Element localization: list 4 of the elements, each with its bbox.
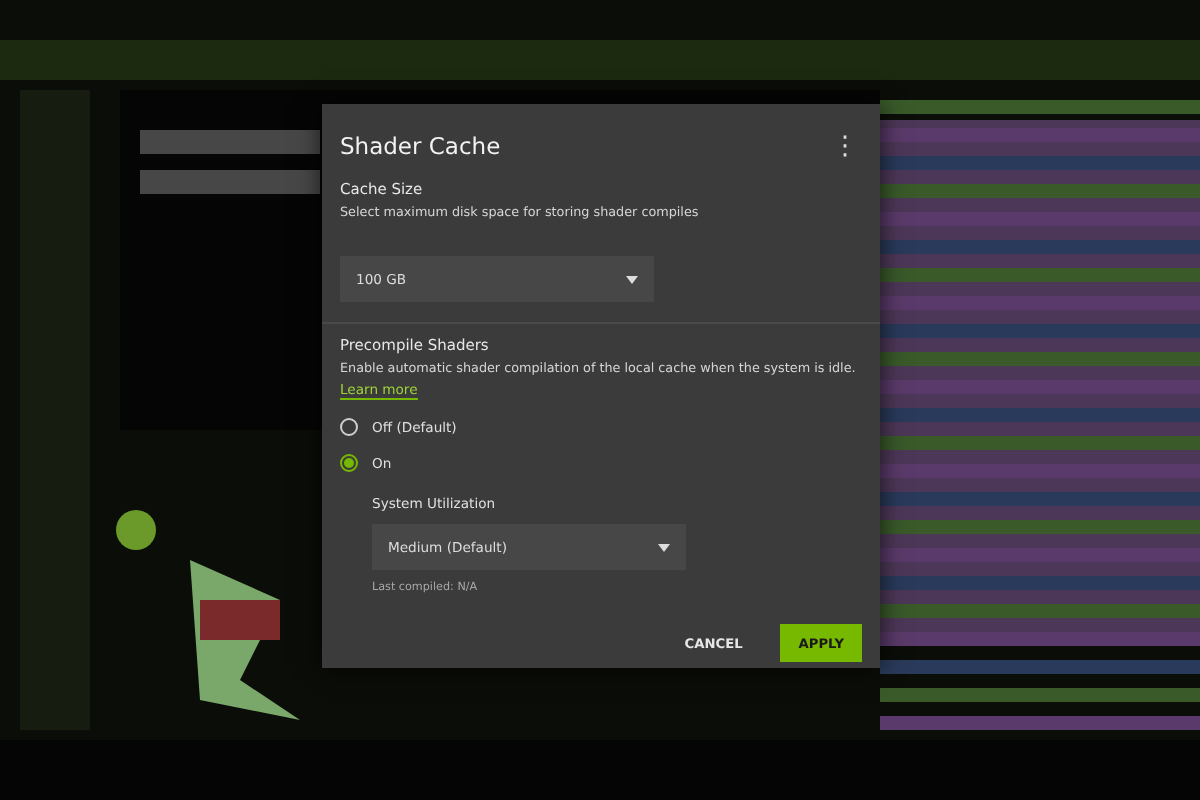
caret-icon (626, 275, 638, 283)
caret-icon (658, 543, 670, 551)
dialog-title: Shader Cache (340, 132, 501, 160)
more-menu-button[interactable]: ⋮ (828, 131, 862, 161)
